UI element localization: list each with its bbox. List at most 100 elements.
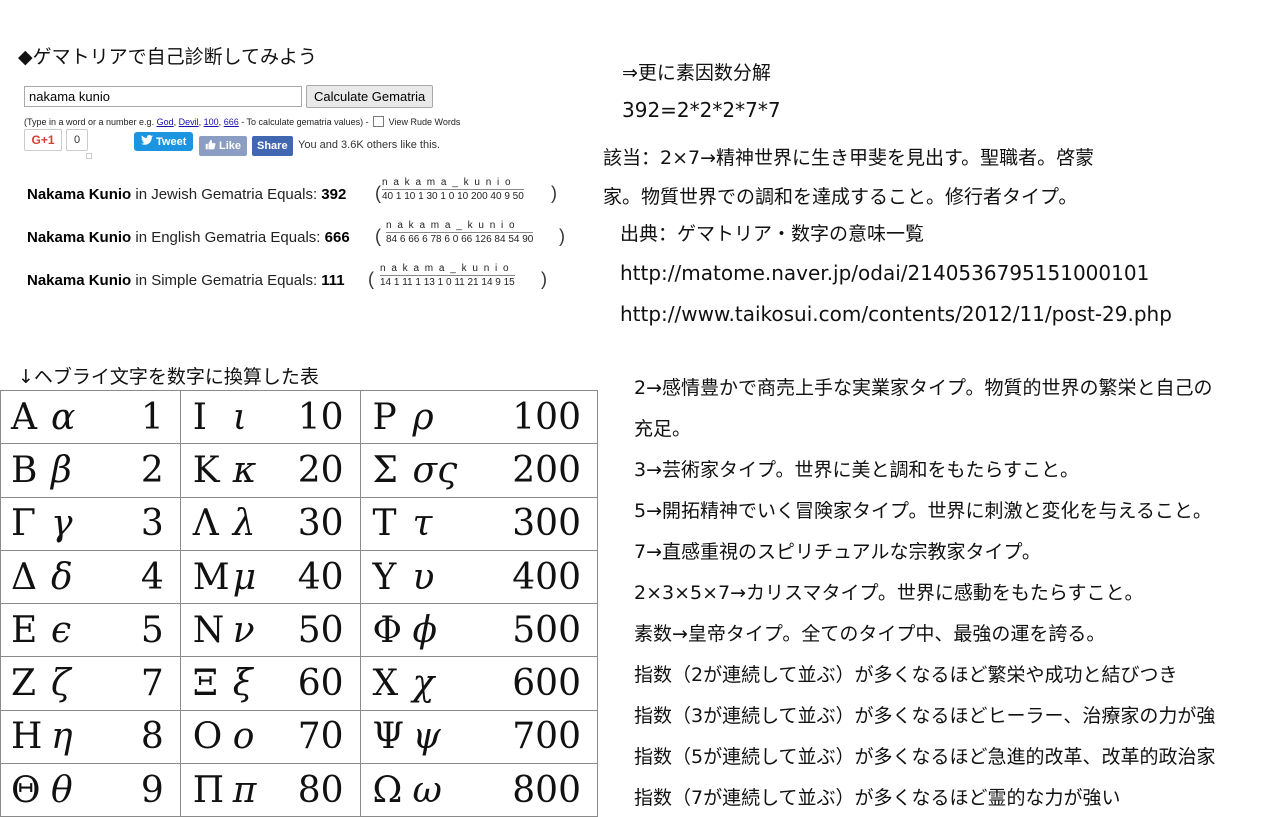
calculate-gematria-button[interactable]: Calculate Gematria — [306, 85, 434, 108]
greek-lowercase: ι — [232, 396, 247, 438]
widget-dot — [86, 153, 92, 159]
greek-uppercase: Η — [11, 716, 43, 758]
greek-lowercase: κ — [232, 449, 257, 491]
table-cell: Ξξ 60 — [179, 656, 361, 711]
greek-lowercase: χ — [412, 663, 435, 705]
jewish-gematria-result: Nakama Kunio in Jewish Gematria Equals: … — [27, 186, 347, 203]
greek-uppercase: Φ — [372, 609, 403, 651]
table-cell: Χχ 600 — [359, 656, 598, 711]
greek-lowercase: ζ — [51, 663, 71, 705]
greek-lowercase: ω — [412, 769, 442, 811]
greek-numeral-table: Αα 1 Ιι 10 Ρρ 100 Ββ 2 Κκ 20 Σσς 200 Γγ 3 Λλ 30 Ττ 300 Δδ 4… — [0, 389, 598, 817]
gematria-hint: (Type in a word or a number e.g. God, De… — [24, 116, 461, 127]
table-cell: Ηη 8 — [0, 709, 181, 765]
numeric-value: 10 — [297, 396, 344, 438]
greek-uppercase: Ψ — [372, 716, 405, 758]
google-plus-widget: G+1 0 — [24, 129, 88, 151]
table-row: Γγ 3 Λλ 30 Ττ 300 — [0, 496, 598, 551]
view-rude-words-checkbox[interactable] — [373, 116, 385, 127]
factorization-heading: ⇒更に素因数分解 — [622, 62, 771, 84]
meaning-charisma: 2×3×5×7→カリスマタイプ。世界に感動をもたらすこと。 — [634, 582, 1144, 604]
greek-lowercase: τ — [412, 503, 433, 545]
meaning-exp-3: 指数（3が連続して並ぶ）が多くなるほどヒーラー、治療家の力が強 — [634, 705, 1216, 727]
open-paren: ( — [375, 183, 381, 203]
greek-lowercase: β — [51, 449, 72, 491]
example-link-god[interactable]: God — [157, 117, 174, 127]
facebook-share-button[interactable]: Share — [252, 136, 293, 156]
meaning-exp-5: 指数（5が連続して並ぶ）が多くなるほど急進的改革、改革的政治家 — [634, 746, 1216, 768]
numeric-value: 30 — [297, 503, 344, 545]
greek-uppercase: Ε — [11, 609, 38, 651]
simple-breakdown: n a k a m a _ k u n i o 14 1 11 1 13 1 0… — [380, 263, 515, 288]
source-label: 出典：ゲマトリア・数字の意味一覧 — [620, 223, 925, 245]
example-link-100[interactable]: 100 — [204, 117, 219, 127]
match-line-1: 該当：2×7→精神世界に生き甲斐を見出す。聖職者。啓蒙 — [603, 147, 1095, 169]
twitter-bird-icon — [141, 135, 153, 148]
gematria-input[interactable] — [24, 86, 302, 107]
example-link-devil[interactable]: Devil — [179, 117, 199, 127]
numeric-value: 3 — [140, 503, 164, 545]
greek-lowercase: δ — [51, 556, 73, 598]
numeric-value: 70 — [297, 716, 344, 758]
greek-uppercase: Β — [11, 449, 38, 491]
numeric-value: 800 — [512, 769, 581, 811]
numeric-value: 80 — [297, 769, 344, 811]
close-paren: ) — [559, 226, 565, 246]
table-cell: Ββ 2 — [0, 443, 181, 498]
greek-lowercase: λ — [232, 503, 256, 545]
numeric-value: 200 — [512, 449, 581, 491]
greek-uppercase: Ο — [192, 716, 223, 758]
google-plus-button[interactable]: G+1 — [24, 129, 62, 151]
table-cell: Θθ 9 — [0, 763, 181, 817]
open-paren: ( — [375, 226, 381, 246]
source-url-2[interactable]: http://www.taikosui.com/contents/2012/11… — [620, 302, 1172, 326]
table-heading: ↓ヘブライ文字を数字に換算した表 — [18, 366, 319, 388]
example-link-666[interactable]: 666 — [224, 117, 239, 127]
greek-lowercase: ν — [232, 609, 255, 651]
greek-uppercase: Μ — [192, 556, 230, 598]
table-cell: Νν 50 — [179, 603, 361, 658]
open-paren: ( — [368, 269, 374, 289]
numeric-value: 50 — [297, 609, 344, 651]
numeric-value: 9 — [140, 769, 164, 811]
greek-lowercase: θ — [51, 769, 73, 811]
thumbs-up-icon — [205, 139, 216, 153]
tweet-button[interactable]: Tweet — [134, 132, 194, 151]
numeric-value: 5 — [140, 609, 164, 651]
table-cell: Ππ 80 — [179, 763, 361, 817]
greek-lowercase: υ — [412, 556, 435, 598]
greek-uppercase: Λ — [192, 503, 219, 545]
numeric-value: 60 — [297, 663, 344, 705]
greek-uppercase: Τ — [372, 503, 397, 545]
greek-uppercase: Σ — [372, 449, 398, 491]
numeric-value: 2 — [140, 449, 164, 491]
gematria-heading: ◆ゲマトリアで自己診断してみよう — [18, 46, 318, 68]
greek-lowercase: ο — [232, 716, 255, 758]
english-gematria-result: Nakama Kunio in English Gematria Equals:… — [27, 229, 350, 246]
table-cell: Γγ 3 — [0, 496, 181, 551]
table-cell: Ψψ 700 — [359, 709, 598, 765]
table-cell: Κκ 20 — [179, 443, 361, 498]
match-line-2: 家。物質世界での調和を達成すること。修行者タイプ。 — [603, 186, 1078, 208]
numeric-value: 8 — [140, 716, 164, 758]
greek-uppercase: Υ — [372, 556, 397, 598]
table-row: Εϵ 5 Νν 50 Φϕ 500 — [0, 603, 598, 658]
table-row: Ζζ 7 Ξξ 60 Χχ 600 — [0, 656, 598, 711]
meaning-2-cont: 充足。 — [634, 418, 692, 440]
english-breakdown: n a k a m a _ k u n i o 84 6 66 6 78 6 0… — [386, 220, 534, 245]
facebook-like-button[interactable]: Like — [199, 136, 248, 156]
close-paren: ) — [541, 269, 547, 289]
numeric-value: 600 — [512, 663, 581, 705]
table-cell: Υυ 400 — [359, 549, 598, 605]
meaning-5: 5→開拓精神でいく冒険家タイプ。世界に刺激と変化を与えること。 — [634, 500, 1212, 522]
greek-lowercase: μ — [232, 556, 257, 598]
table-row: Ηη 8 Οο 70 Ψψ 700 — [0, 709, 598, 765]
numeric-value: 700 — [512, 716, 581, 758]
table-cell: Αα 1 — [0, 389, 181, 445]
numeric-value: 4 — [140, 556, 164, 598]
view-rude-words-label: View Rude Words — [388, 117, 461, 127]
meaning-2: 2→感情豊かで商売上手な実業家タイプ。物質的世界の繁栄と自己の — [634, 377, 1213, 399]
source-url-1[interactable]: http://matome.naver.jp/odai/214053679515… — [620, 261, 1149, 285]
greek-lowercase: α — [51, 396, 76, 438]
numeric-value: 100 — [512, 396, 581, 438]
